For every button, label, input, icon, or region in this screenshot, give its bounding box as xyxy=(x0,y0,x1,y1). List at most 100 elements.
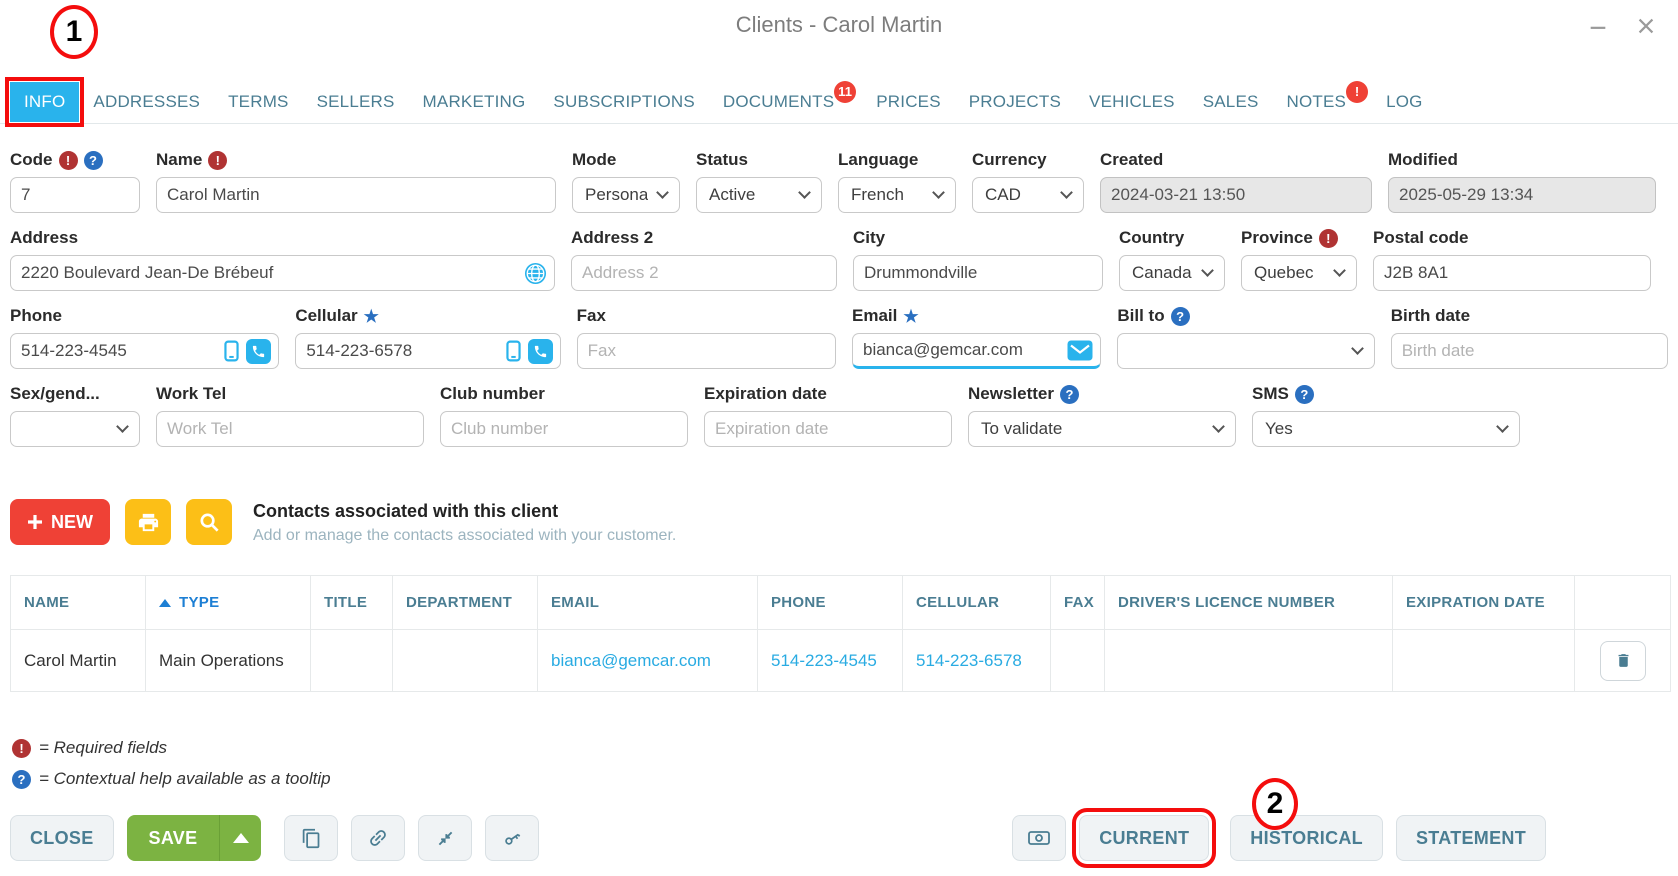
fax-input[interactable] xyxy=(577,333,836,369)
link-button[interactable] xyxy=(351,815,405,861)
caret-up-icon xyxy=(233,833,249,843)
col-email[interactable]: EMAIL xyxy=(538,576,758,630)
email-input[interactable] xyxy=(853,340,1061,360)
duplicate-button[interactable] xyxy=(284,815,338,861)
bill-to-select[interactable] xyxy=(1117,333,1374,369)
col-expiration-date[interactable]: EXIPRATION DATE xyxy=(1393,576,1575,630)
save-options-button[interactable] xyxy=(219,815,261,861)
save-button[interactable]: SAVE xyxy=(127,815,220,861)
city-input[interactable] xyxy=(853,255,1103,291)
col-fax[interactable]: FAX xyxy=(1051,576,1105,630)
language-select[interactable]: French xyxy=(838,177,956,213)
footer: CLOSE SAVE CURRENT HISTORICAL xyxy=(0,815,1678,861)
delete-contact-button[interactable] xyxy=(1600,641,1646,681)
cellular-label: Cellular xyxy=(295,306,357,326)
col-drivers-licence[interactable]: DRIVER'S LICENCE NUMBER xyxy=(1105,576,1393,630)
cell-name: Carol Martin xyxy=(11,630,146,692)
newsletter-select[interactable]: To validate xyxy=(968,411,1236,447)
print-contacts-button[interactable] xyxy=(125,499,171,545)
country-select[interactable]: Canada xyxy=(1119,255,1225,291)
birth-date-label: Birth date xyxy=(1391,306,1470,326)
postal-code-input[interactable] xyxy=(1373,255,1651,291)
globe-icon[interactable] xyxy=(524,262,547,285)
phone-input[interactable] xyxy=(11,341,217,361)
club-number-input[interactable] xyxy=(440,411,688,447)
collapse-button[interactable] xyxy=(418,815,472,861)
tab-info[interactable]: INFO xyxy=(10,82,79,122)
field-birth-date: Birth date xyxy=(1391,306,1668,369)
field-mode: Mode Persona xyxy=(572,150,680,213)
chevron-down-icon xyxy=(1201,264,1214,277)
help-icon: ? xyxy=(1060,385,1079,404)
window-controls xyxy=(1586,14,1658,38)
cell-email-link[interactable]: bianca@gemcar.com xyxy=(538,630,758,692)
search-contacts-button[interactable] xyxy=(186,499,232,545)
star-icon: ★ xyxy=(903,308,918,325)
close-icon[interactable] xyxy=(1634,14,1658,38)
annotation-step-1: 1 xyxy=(50,5,98,59)
birth-date-input[interactable] xyxy=(1391,333,1668,369)
tab-vehicles[interactable]: VEHICLES xyxy=(1075,82,1189,122)
help-icon: ? xyxy=(1295,385,1314,404)
currency-select[interactable]: CAD xyxy=(972,177,1084,213)
tab-marketing[interactable]: MARKETING xyxy=(409,82,540,122)
close-button[interactable]: CLOSE xyxy=(10,815,114,861)
field-name: Name ! xyxy=(156,150,556,213)
mode-select[interactable]: Persona xyxy=(572,177,680,213)
call-icon[interactable] xyxy=(528,339,553,364)
sms-select[interactable]: Yes xyxy=(1252,411,1520,447)
current-button[interactable]: CURRENT xyxy=(1079,815,1209,861)
col-title[interactable]: TITLE xyxy=(311,576,393,630)
contacts-title: Contacts associated with this client xyxy=(253,501,676,522)
permissions-button[interactable] xyxy=(485,815,539,861)
statement-button[interactable]: STATEMENT xyxy=(1396,815,1546,861)
status-select[interactable]: Active xyxy=(696,177,822,213)
address2-input[interactable] xyxy=(571,255,837,291)
field-email: Email ★ xyxy=(852,306,1101,369)
col-type[interactable]: TYPE xyxy=(146,576,311,630)
historical-button[interactable]: HISTORICAL xyxy=(1230,815,1383,861)
mobile-icon[interactable] xyxy=(223,340,240,362)
country-label: Country xyxy=(1119,228,1184,248)
field-created: Created 2024-03-21 13:50 xyxy=(1100,150,1372,213)
legend-required: ! = Required fields xyxy=(12,738,1666,758)
province-select[interactable]: Quebec xyxy=(1241,255,1357,291)
cell-phone-link[interactable]: 514-223-4545 xyxy=(758,630,903,692)
address-input[interactable] xyxy=(11,263,518,283)
star-icon: ★ xyxy=(364,308,379,325)
tab-documents[interactable]: DOCUMENTS 11 xyxy=(709,82,848,122)
help-icon: ? xyxy=(12,770,31,789)
col-phone[interactable]: PHONE xyxy=(758,576,903,630)
minimize-icon[interactable] xyxy=(1586,14,1610,38)
cell-drivers-licence xyxy=(1105,630,1393,692)
col-department[interactable]: DEPARTMENT xyxy=(393,576,538,630)
tab-sellers[interactable]: SELLERS xyxy=(303,82,409,122)
field-address: Address xyxy=(10,228,555,291)
cell-cellular-link[interactable]: 514-223-6578 xyxy=(903,630,1051,692)
payments-button[interactable] xyxy=(1012,815,1066,861)
mobile-icon[interactable] xyxy=(505,340,522,362)
tab-projects[interactable]: PROJECTS xyxy=(955,82,1075,122)
tab-addresses[interactable]: ADDRESSES xyxy=(79,82,214,122)
code-input[interactable] xyxy=(10,177,140,213)
expiration-date-input[interactable] xyxy=(704,411,952,447)
tab-notes[interactable]: NOTES ! xyxy=(1273,82,1361,122)
field-expiration-date: Expiration date xyxy=(704,384,952,447)
name-input[interactable] xyxy=(156,177,556,213)
tab-prices[interactable]: PRICES xyxy=(862,82,955,122)
work-tel-input[interactable] xyxy=(156,411,424,447)
field-address2: Address 2 xyxy=(571,228,837,291)
sex-gender-select[interactable] xyxy=(10,411,140,447)
envelope-icon[interactable] xyxy=(1067,340,1093,361)
col-cellular[interactable]: CELLULAR xyxy=(903,576,1051,630)
field-cellular: Cellular ★ xyxy=(295,306,560,369)
tab-subscriptions[interactable]: SUBSCRIPTIONS xyxy=(539,82,708,122)
chevron-down-icon xyxy=(1333,264,1346,277)
cellular-input[interactable] xyxy=(296,341,498,361)
call-icon[interactable] xyxy=(246,339,271,364)
new-contact-button[interactable]: NEW xyxy=(10,499,110,545)
tab-log[interactable]: LOG xyxy=(1372,82,1437,122)
tab-terms[interactable]: TERMS xyxy=(214,82,303,122)
tab-sales[interactable]: SALES xyxy=(1189,82,1273,122)
col-name[interactable]: NAME xyxy=(11,576,146,630)
